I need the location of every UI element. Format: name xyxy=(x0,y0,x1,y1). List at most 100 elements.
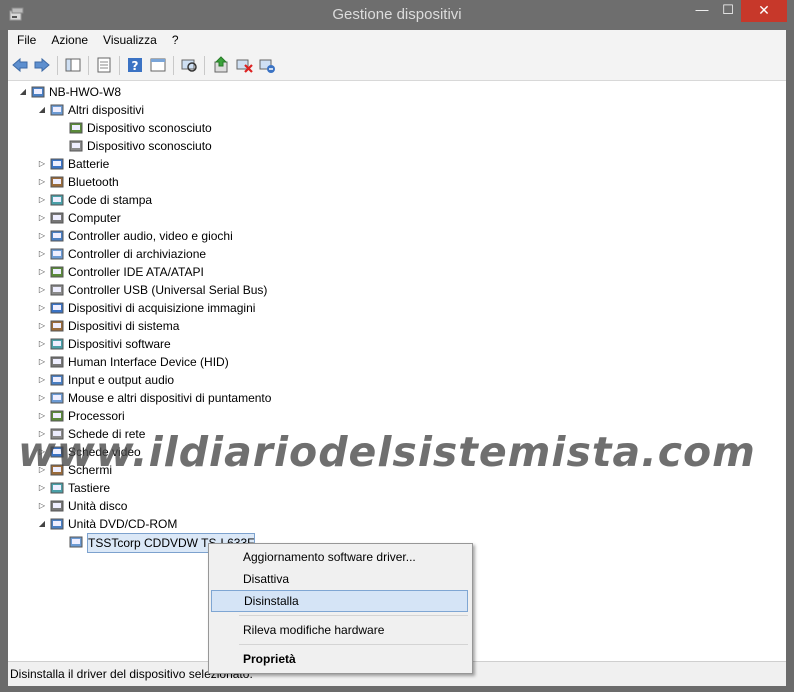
tree-node-label: Controller USB (Universal Serial Bus) xyxy=(68,283,268,297)
device-category-icon xyxy=(69,140,83,152)
device-category-icon xyxy=(50,392,64,404)
show-hide-console-tree-icon[interactable] xyxy=(64,56,82,74)
tree-node-label: Code di stampa xyxy=(68,193,153,207)
expand-arrow-icon xyxy=(56,137,66,155)
expand-arrow-icon[interactable]: ▷ xyxy=(37,407,47,425)
collapse-arrow-icon[interactable]: ◢ xyxy=(37,101,47,119)
view-icon[interactable] xyxy=(149,56,167,74)
ctx-disable[interactable]: Disattiva xyxy=(211,568,468,590)
context-menu: Aggiornamento software driver... Disatti… xyxy=(208,543,473,674)
expand-arrow-icon[interactable]: ▷ xyxy=(37,263,47,281)
tree-node-label: Controller audio, video e giochi xyxy=(68,229,233,243)
minimize-button[interactable]: — xyxy=(688,0,716,22)
device-category-icon xyxy=(69,536,83,548)
expand-arrow-icon[interactable]: ▷ xyxy=(37,335,47,353)
device-category-icon xyxy=(50,284,64,296)
expand-arrow-icon[interactable]: ▷ xyxy=(37,191,47,209)
expand-arrow-icon[interactable]: ▷ xyxy=(37,227,47,245)
ctx-properties[interactable]: Proprietà xyxy=(211,648,468,670)
tree-node-label: Dispositivo sconosciuto xyxy=(87,121,212,135)
toolbar-separator xyxy=(173,56,174,75)
update-driver-icon[interactable] xyxy=(212,56,230,74)
device-category-icon xyxy=(50,482,64,494)
scan-hardware-icon[interactable] xyxy=(180,56,198,74)
close-button[interactable]: ✕ xyxy=(741,0,787,22)
menu-azione[interactable]: Azione xyxy=(42,30,94,47)
tree-node-label: Dispositivi di sistema xyxy=(68,319,180,333)
menu-visualizza[interactable]: Visualizza xyxy=(94,30,163,47)
tree-node-label: Controller di archiviazione xyxy=(68,247,207,261)
tree-node-label: NB-HWO-W8 xyxy=(49,85,121,99)
tree-node-label: Dispositivi software xyxy=(68,337,171,351)
ctx-update-driver[interactable]: Aggiornamento software driver... xyxy=(211,546,468,568)
expand-arrow-icon[interactable]: ▷ xyxy=(37,353,47,371)
expand-arrow-icon[interactable]: ▷ xyxy=(37,479,47,497)
device-category-icon xyxy=(50,104,64,116)
device-category-icon xyxy=(50,158,64,170)
expand-arrow-icon xyxy=(56,533,66,551)
expand-arrow-icon[interactable]: ▷ xyxy=(37,281,47,299)
title-bar[interactable]: Gestione dispositivi — ☐ ✕ xyxy=(0,0,794,30)
device-category-icon xyxy=(50,320,64,332)
collapse-arrow-icon[interactable]: ◢ xyxy=(18,83,28,101)
tree-node-label: Input e output audio xyxy=(68,373,175,387)
device-category-icon xyxy=(50,338,64,350)
window-title: Gestione dispositivi xyxy=(332,6,462,23)
collapse-arrow-icon[interactable]: ◢ xyxy=(37,515,47,533)
watermark-text: www.ildiariodelsistemista.com xyxy=(18,428,756,476)
expand-arrow-icon[interactable]: ▷ xyxy=(37,299,47,317)
forward-arrow-icon[interactable] xyxy=(33,56,51,74)
toolbar-separator xyxy=(204,56,205,75)
tree-node-label: Computer xyxy=(68,211,121,225)
menu-file[interactable]: File xyxy=(8,30,42,47)
expand-arrow-icon[interactable]: ▷ xyxy=(37,173,47,191)
tree-node-label: Bluetooth xyxy=(68,175,119,189)
tree-node-label: Unità DVD/CD-ROM xyxy=(68,517,178,531)
tree-node-label: Dispositivo sconosciuto xyxy=(87,139,212,153)
expand-arrow-icon[interactable]: ▷ xyxy=(37,389,47,407)
device-category-icon xyxy=(50,356,64,368)
device-category-icon xyxy=(50,374,64,386)
device-category-icon xyxy=(69,122,83,134)
tree-node-label: Altri dispositivi xyxy=(68,103,145,117)
help-icon[interactable]: ? xyxy=(126,56,144,74)
expand-arrow-icon[interactable]: ▷ xyxy=(37,245,47,263)
expand-arrow-icon[interactable]: ▷ xyxy=(37,317,47,335)
device-category-icon xyxy=(50,212,64,224)
maximize-button[interactable]: ☐ xyxy=(714,0,742,22)
tree-node-label: Mouse e altri dispositivi di puntamento xyxy=(68,391,272,405)
device-category-icon xyxy=(50,266,64,278)
expand-arrow-icon[interactable]: ▷ xyxy=(37,209,47,227)
device-category-icon xyxy=(50,302,64,314)
expand-arrow-icon[interactable]: ▷ xyxy=(37,371,47,389)
expand-arrow-icon[interactable]: ▷ xyxy=(37,155,47,173)
expand-arrow-icon[interactable]: ▷ xyxy=(37,497,47,515)
device-category-icon xyxy=(50,176,64,188)
tree-node-label: Dispositivi di acquisizione immagini xyxy=(68,301,256,315)
tree-node-label: Processori xyxy=(68,409,125,423)
tree-node-label: Unità disco xyxy=(68,499,128,513)
tree-node-label: Batterie xyxy=(68,157,110,171)
device-manager-window: Gestione dispositivi — ☐ ✕ File Azione Vis… xyxy=(0,0,794,692)
toolbar: ? xyxy=(8,51,786,81)
back-arrow-icon[interactable] xyxy=(11,56,29,74)
menu-separator xyxy=(239,644,468,645)
device-category-icon xyxy=(50,230,64,242)
ctx-scan-hardware[interactable]: Rileva modifiche hardware xyxy=(211,619,468,641)
device-category-icon xyxy=(50,248,64,260)
tree-node-label: Tastiere xyxy=(68,481,111,495)
properties-icon[interactable] xyxy=(95,56,113,74)
menu-help[interactable]: ? xyxy=(163,30,185,47)
toolbar-separator xyxy=(119,56,120,75)
enable-device-icon[interactable] xyxy=(258,56,276,74)
device-category-icon xyxy=(50,500,64,512)
tree-node-label: Controller IDE ATA/ATAPI xyxy=(68,265,204,279)
expand-arrow-icon xyxy=(56,119,66,137)
uninstall-device-icon[interactable] xyxy=(235,56,253,74)
toolbar-separator xyxy=(88,56,89,75)
device-category-icon xyxy=(50,410,64,422)
ctx-uninstall[interactable]: Disinstalla xyxy=(211,590,468,612)
device-category-icon xyxy=(50,194,64,206)
svg-text:?: ? xyxy=(132,59,139,73)
toolbar-separator xyxy=(57,56,58,75)
